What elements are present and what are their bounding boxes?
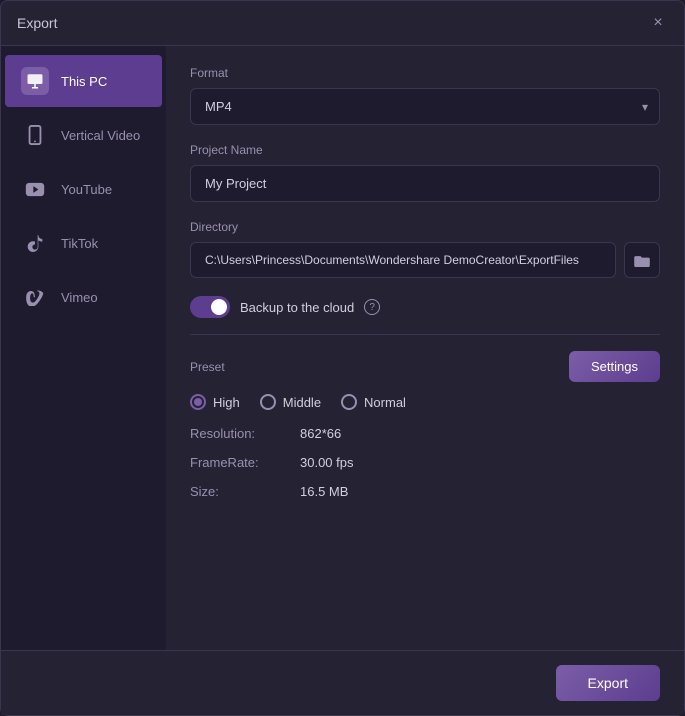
sidebar-item-vimeo-label: Vimeo [61,290,98,305]
sidebar-item-youtube[interactable]: YouTube [5,163,162,215]
preset-middle-option[interactable]: Middle [260,394,321,410]
toggle-thumb [211,299,227,315]
sidebar: This PC Vertical Video [1,46,166,650]
preset-high-option[interactable]: High [190,394,240,410]
export-button[interactable]: Export [556,665,660,701]
format-select-wrapper: MP4 AVI MOV MKV GIF ▾ [190,88,660,125]
sidebar-item-this-pc[interactable]: This PC [5,55,162,107]
sidebar-item-vimeo[interactable]: Vimeo [5,271,162,323]
close-button[interactable]: × [648,13,668,33]
format-group: Format MP4 AVI MOV MKV GIF ▾ [190,66,660,125]
framerate-value: 30.00 fps [300,455,660,470]
directory-input: C:\Users\Princess\Documents\Wondershare … [190,242,616,278]
help-icon[interactable]: ? [364,299,380,315]
window-title: Export [17,15,57,31]
framerate-label: FrameRate: [190,455,300,470]
resolution-label: Resolution: [190,426,300,441]
sidebar-item-tiktok[interactable]: TikTok [5,217,162,269]
preset-normal-radio[interactable] [341,394,357,410]
divider [190,334,660,335]
cloud-backup-toggle[interactable] [190,296,230,318]
preset-middle-radio[interactable] [260,394,276,410]
resolution-value: 862*66 [300,426,660,441]
preset-high-radio[interactable] [190,394,206,410]
main-panel: Format MP4 AVI MOV MKV GIF ▾ Project Nam… [166,46,684,650]
project-name-label: Project Name [190,143,660,157]
project-name-input[interactable] [190,165,660,202]
settings-button[interactable]: Settings [569,351,660,382]
title-bar: Export × [1,1,684,46]
preset-radio-group: High Middle Normal [190,394,660,410]
details-table: Resolution: 862*66 FrameRate: 30.00 fps … [190,426,660,499]
sidebar-item-this-pc-label: This PC [61,74,107,89]
main-content: This PC Vertical Video [1,46,684,650]
preset-normal-label: Normal [364,395,406,410]
directory-label: Directory [190,220,660,234]
sidebar-item-tiktok-label: TikTok [61,236,98,251]
cloud-backup-row: Backup to the cloud ? [190,296,660,318]
sidebar-item-vertical-video-label: Vertical Video [61,128,140,143]
sidebar-item-vertical-video[interactable]: Vertical Video [5,109,162,161]
format-select[interactable]: MP4 AVI MOV MKV GIF [190,88,660,125]
youtube-icon [21,175,49,203]
project-name-group: Project Name [190,143,660,202]
vertical-video-icon [21,121,49,149]
browse-folder-button[interactable] [624,242,660,278]
tiktok-icon [21,229,49,257]
preset-middle-label: Middle [283,395,321,410]
footer: Export [1,650,684,715]
vimeo-icon [21,283,49,311]
preset-high-label: High [213,395,240,410]
format-label: Format [190,66,660,80]
export-window: Export × This PC [0,0,685,716]
size-label: Size: [190,484,300,499]
size-value: 16.5 MB [300,484,660,499]
directory-group: Directory C:\Users\Princess\Documents\Wo… [190,220,660,278]
preset-label: Preset [190,360,225,374]
preset-high-radio-inner [194,398,202,406]
preset-header: Preset Settings [190,351,660,382]
pc-icon [21,67,49,95]
sidebar-item-youtube-label: YouTube [61,182,112,197]
cloud-backup-label: Backup to the cloud [240,300,354,315]
directory-wrapper: C:\Users\Princess\Documents\Wondershare … [190,242,660,278]
preset-normal-option[interactable]: Normal [341,394,406,410]
